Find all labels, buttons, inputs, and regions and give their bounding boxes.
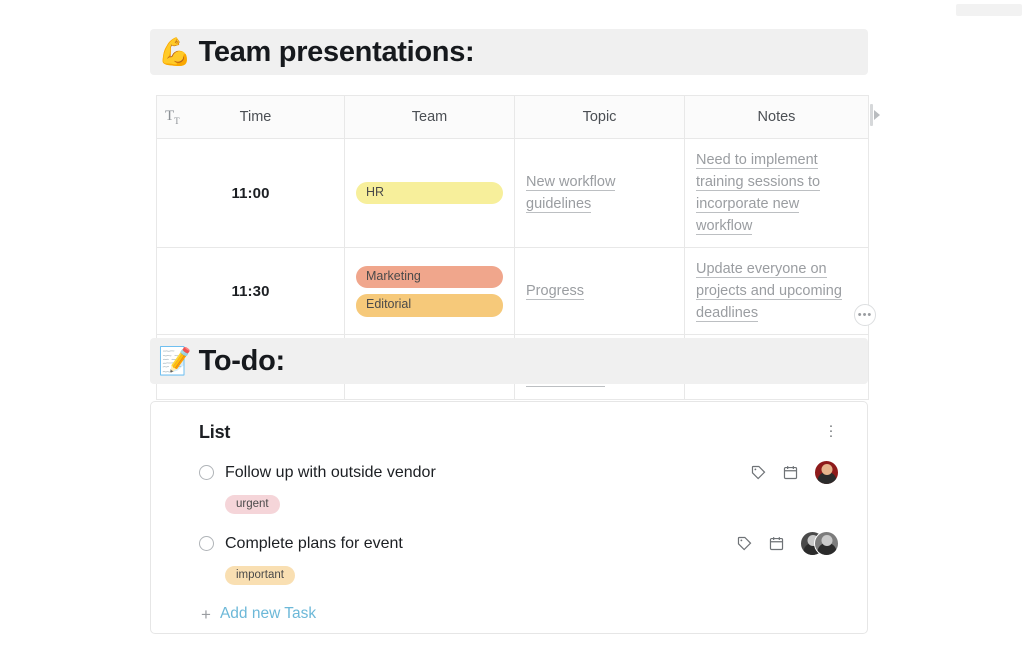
section-header-todo: 📝 To-do: bbox=[150, 338, 868, 384]
handle-bar bbox=[870, 104, 873, 126]
top-scrollbar-sliver[interactable] bbox=[956, 4, 1022, 16]
topic-text: Progress bbox=[526, 283, 584, 302]
task-tag[interactable]: urgent bbox=[225, 495, 280, 514]
team-tag[interactable]: Marketing bbox=[356, 266, 503, 289]
task-actions bbox=[750, 460, 839, 485]
column-header-notes[interactable]: Notes bbox=[685, 96, 869, 139]
column-header-topic[interactable]: Topic bbox=[515, 96, 685, 139]
page-root: 💪 Team presentations: TT Time Team Topic… bbox=[0, 0, 1024, 663]
section-title-presentations: Team presentations: bbox=[199, 36, 475, 69]
topic-text: New workflow guidelines bbox=[526, 174, 615, 215]
cell-topic[interactable]: Progress bbox=[515, 248, 685, 335]
task-tags: important bbox=[199, 565, 839, 585]
task-label: Complete plans for event bbox=[225, 535, 736, 553]
cell-team[interactable]: Marketing Editorial bbox=[345, 248, 515, 335]
task-actions bbox=[736, 531, 839, 556]
notes-text: Need to implement training sessions to i… bbox=[696, 152, 820, 237]
memo-emoji-icon: 📝 bbox=[158, 348, 192, 375]
calendar-icon[interactable] bbox=[768, 535, 785, 552]
table-expand-handle[interactable] bbox=[870, 102, 882, 128]
flexed-biceps-emoji-icon: 💪 bbox=[158, 39, 192, 66]
table-more-options-button[interactable]: ••• bbox=[854, 304, 876, 326]
cell-notes[interactable]: Update everyone on projects and upcoming… bbox=[685, 248, 869, 335]
add-new-task-button[interactable]: + Add new Task bbox=[199, 605, 839, 623]
tag-icon[interactable] bbox=[736, 535, 753, 552]
team-tag[interactable]: HR bbox=[356, 182, 503, 205]
tag-icon[interactable] bbox=[750, 464, 767, 481]
list-item[interactable]: Complete plans for event bbox=[199, 531, 839, 585]
section-header-presentations: 💪 Team presentations: bbox=[150, 29, 868, 75]
cell-time[interactable]: 11:30 bbox=[157, 248, 345, 335]
kebab-dot: · bbox=[823, 433, 839, 438]
section-title-todo: To-do: bbox=[199, 345, 285, 378]
column-header-time[interactable]: TT Time bbox=[157, 96, 345, 139]
add-new-task-label: Add new Task bbox=[220, 605, 316, 623]
assignee-avatars[interactable] bbox=[800, 531, 839, 556]
notes-text: Update everyone on projects and upcoming… bbox=[696, 261, 842, 324]
assignee-avatars[interactable] bbox=[814, 460, 839, 485]
avatar[interactable] bbox=[814, 531, 839, 556]
task-checkbox[interactable] bbox=[199, 536, 214, 551]
chevron-right-icon bbox=[874, 110, 880, 120]
list-title: List bbox=[199, 422, 230, 443]
cell-topic[interactable]: New workflow guidelines bbox=[515, 139, 685, 248]
team-tag[interactable]: Editorial bbox=[356, 294, 503, 317]
calendar-icon[interactable] bbox=[782, 464, 799, 481]
avatar-head bbox=[821, 535, 832, 546]
table-header-row: TT Time Team Topic Notes bbox=[157, 96, 869, 139]
task-label: Follow up with outside vendor bbox=[225, 464, 750, 482]
list-item[interactable]: Follow up with outside vendor bbox=[199, 460, 839, 514]
task-checkbox[interactable] bbox=[199, 465, 214, 480]
task-tags: urgent bbox=[199, 494, 839, 514]
avatar-head bbox=[821, 464, 832, 475]
table-row[interactable]: 11:30 Marketing Editorial Progress Updat… bbox=[157, 248, 869, 335]
cell-notes[interactable]: Need to implement training sessions to i… bbox=[685, 139, 869, 248]
cell-time[interactable]: 11:00 bbox=[157, 139, 345, 248]
cell-team[interactable]: HR bbox=[345, 139, 515, 248]
kebab-menu-icon[interactable]: · · · bbox=[823, 422, 839, 438]
task-tag[interactable]: important bbox=[225, 566, 295, 585]
text-format-icon[interactable]: TT bbox=[165, 109, 187, 126]
list-header: List · · · bbox=[199, 422, 839, 443]
column-header-time-label: Time bbox=[187, 109, 344, 125]
todo-list-card: List · · · Follow up with outside vendor bbox=[150, 401, 868, 634]
avatar[interactable] bbox=[814, 460, 839, 485]
plus-icon: + bbox=[201, 606, 211, 623]
column-header-team[interactable]: Team bbox=[345, 96, 515, 139]
table-row[interactable]: 11:00 HR New workflow guidelines Need to… bbox=[157, 139, 869, 248]
